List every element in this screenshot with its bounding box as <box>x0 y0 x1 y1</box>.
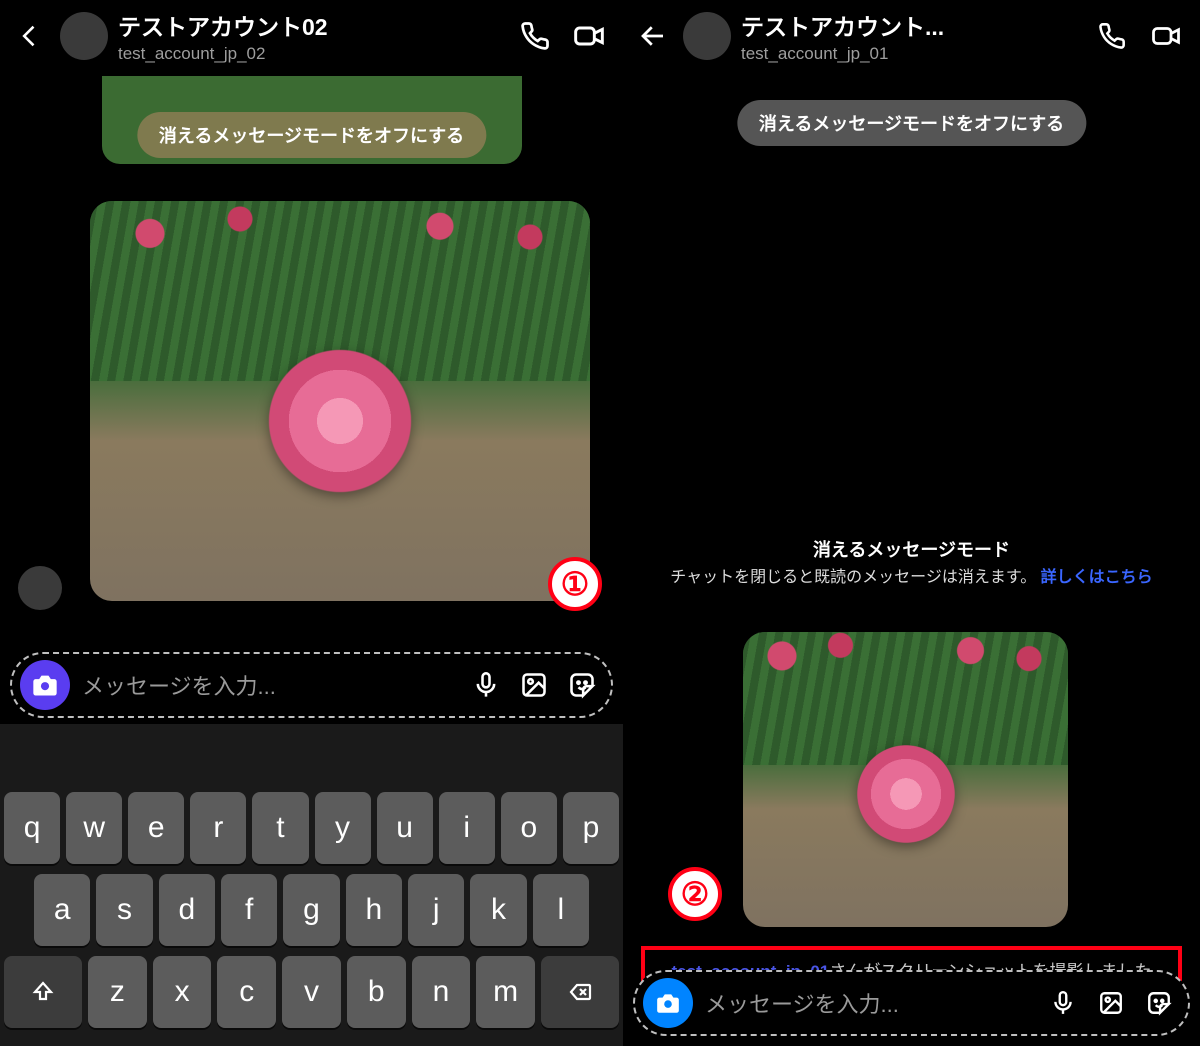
video-icon[interactable] <box>565 12 613 60</box>
key-e[interactable]: e <box>128 792 184 864</box>
back-button[interactable] <box>629 12 677 60</box>
avatar[interactable] <box>683 12 731 60</box>
username: test_account_jp_02 <box>118 44 505 64</box>
avatar[interactable] <box>60 12 108 60</box>
name-block[interactable]: テストアカウント... test_account_jp_01 <box>737 8 1082 64</box>
display-name: テストアカウント02 <box>118 8 505 42</box>
vanish-body: チャットを閉じると既読のメッセージは消えます。 詳しくはこちら <box>647 566 1176 590</box>
backspace-key[interactable] <box>541 956 619 1028</box>
gallery-icon[interactable] <box>513 664 555 706</box>
chat-body: 消えるメッセージモードをオフにする ① <box>0 76 623 644</box>
key-z[interactable]: z <box>88 956 147 1028</box>
vanish-info: 消えるメッセージモード チャットを閉じると既読のメッセージは消えます。 詳しくは… <box>623 536 1200 590</box>
video-icon[interactable] <box>1142 12 1190 60</box>
vanish-body-text: チャットを閉じると既読のメッセージは消えます。 <box>670 569 1036 586</box>
vanish-title: 消えるメッセージモード <box>647 536 1176 562</box>
gallery-icon[interactable] <box>1090 982 1132 1024</box>
key-d[interactable]: d <box>159 874 215 946</box>
key-j[interactable]: j <box>408 874 464 946</box>
message-photo[interactable] <box>743 632 1068 927</box>
camera-button[interactable] <box>20 660 70 710</box>
key-n[interactable]: n <box>412 956 471 1028</box>
key-y[interactable]: y <box>315 792 371 864</box>
key-m[interactable]: m <box>476 956 535 1028</box>
key-p[interactable]: p <box>563 792 619 864</box>
name-block[interactable]: テストアカウント02 test_account_jp_02 <box>114 8 505 64</box>
callout-1: ① <box>548 557 602 611</box>
learn-more-link[interactable]: 詳しくはこちら <box>1041 569 1153 586</box>
sticker-icon[interactable] <box>1138 982 1180 1024</box>
key-g[interactable]: g <box>283 874 339 946</box>
key-w[interactable]: w <box>66 792 122 864</box>
key-c[interactable]: c <box>217 956 276 1028</box>
key-x[interactable]: x <box>153 956 212 1028</box>
camera-button[interactable] <box>643 978 693 1028</box>
key-k[interactable]: k <box>470 874 526 946</box>
flower-image-subject <box>240 341 440 501</box>
sticker-icon[interactable] <box>561 664 603 706</box>
chat-header: テストアカウント02 test_account_jp_02 <box>0 0 623 76</box>
key-u[interactable]: u <box>377 792 433 864</box>
username: test_account_jp_01 <box>741 44 1082 64</box>
key-a[interactable]: a <box>34 874 90 946</box>
key-l[interactable]: l <box>533 874 589 946</box>
composer-placeholder: メッセージを入力... <box>76 669 459 701</box>
mic-icon[interactable] <box>465 664 507 706</box>
call-icon[interactable] <box>1088 12 1136 60</box>
key-r[interactable]: r <box>190 792 246 864</box>
key-i[interactable]: i <box>439 792 495 864</box>
back-button[interactable] <box>6 12 54 60</box>
key-h[interactable]: h <box>346 874 402 946</box>
flower-image-subject <box>841 735 971 853</box>
key-q[interactable]: q <box>4 792 60 864</box>
call-icon[interactable] <box>511 12 559 60</box>
mic-icon[interactable] <box>1042 982 1084 1024</box>
callout-2: ② <box>668 867 722 921</box>
phone-right: テストアカウント... test_account_jp_01 消えるメッセージモ… <box>623 0 1200 1046</box>
message-composer[interactable]: メッセージを入力... <box>10 652 613 718</box>
keyboard: qwertyuiop asdfghjkl zxcvbnm <box>0 724 623 1046</box>
chat-header: テストアカウント... test_account_jp_01 <box>623 0 1200 76</box>
chat-body: 消えるメッセージモードをオフにする 消えるメッセージモード チャットを閉じると既… <box>623 76 1200 1046</box>
composer-placeholder: メッセージを入力... <box>699 987 1036 1019</box>
key-s[interactable]: s <box>96 874 152 946</box>
key-v[interactable]: v <box>282 956 341 1028</box>
key-t[interactable]: t <box>252 792 308 864</box>
key-b[interactable]: b <box>347 956 406 1028</box>
key-f[interactable]: f <box>221 874 277 946</box>
message-photo[interactable] <box>90 201 590 601</box>
phone-left: テストアカウント02 test_account_jp_02 消えるメッセージモー… <box>0 0 623 1046</box>
shift-key[interactable] <box>4 956 82 1028</box>
message-composer[interactable]: メッセージを入力... <box>633 970 1190 1036</box>
vanish-pill[interactable]: 消えるメッセージモードをオフにする <box>137 112 486 158</box>
message-avatar[interactable] <box>18 566 62 610</box>
vanish-pill[interactable]: 消えるメッセージモードをオフにする <box>737 100 1086 146</box>
display-name: テストアカウント... <box>741 8 1082 42</box>
key-o[interactable]: o <box>501 792 557 864</box>
